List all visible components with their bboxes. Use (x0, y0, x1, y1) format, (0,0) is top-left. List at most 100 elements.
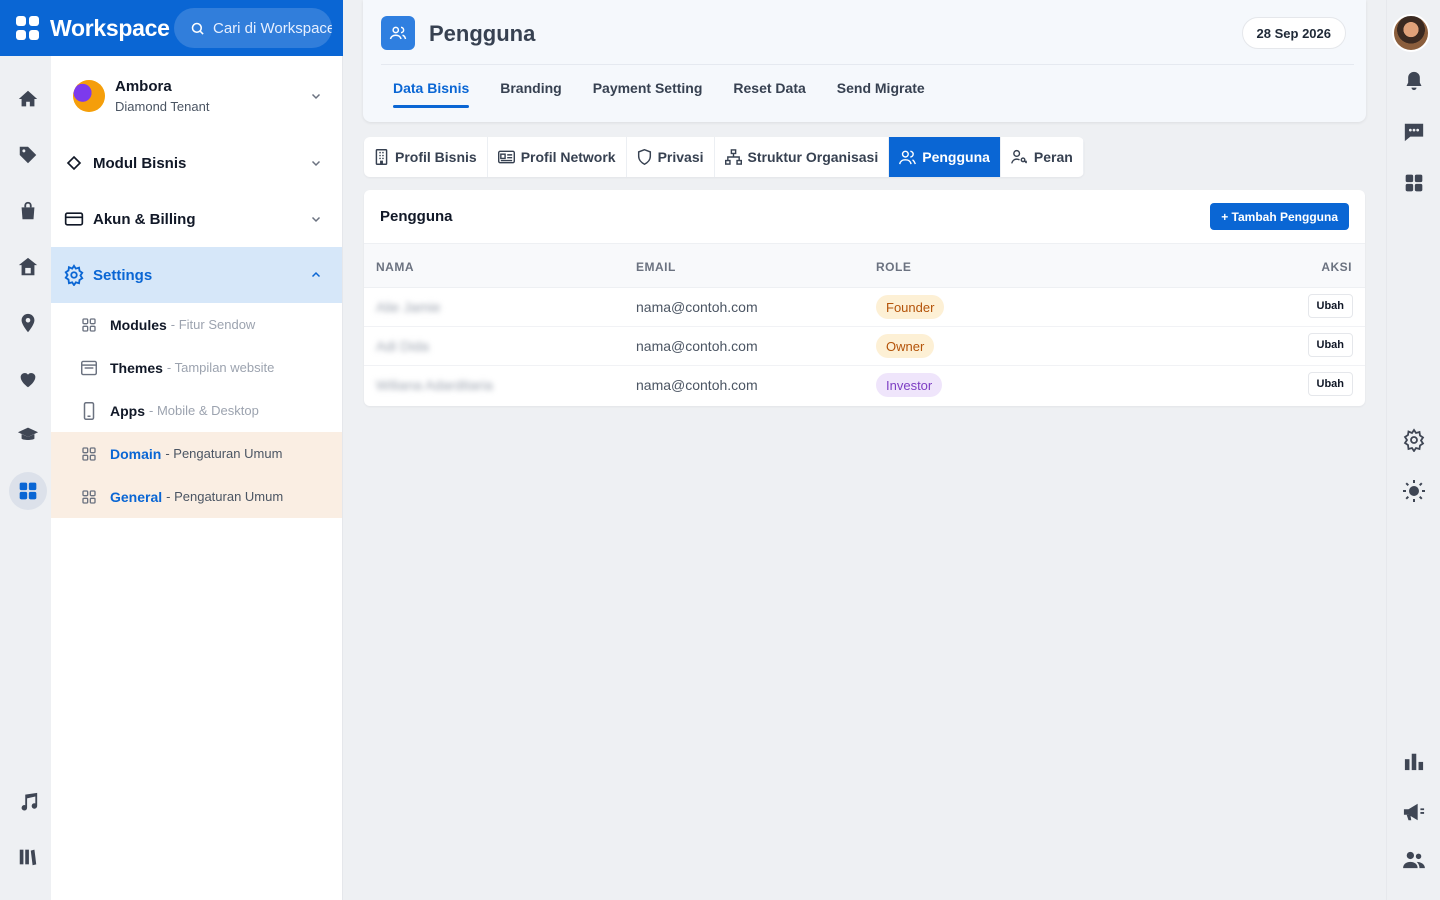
date-badge: 28 Sep 2026 (1241, 17, 1346, 49)
settings-item-desc: - Tampilan website (166, 360, 275, 375)
users-card: Pengguna + Tambah Pengguna NAMA EMAIL RO… (364, 190, 1365, 406)
smartphone-icon (80, 401, 98, 420)
role-badge: Investor (876, 373, 943, 397)
user-key-icon (1010, 149, 1027, 164)
apps-grid-icon[interactable] (9, 472, 47, 510)
section-tabs: Profil Bisnis Profil Network Privasi Str… (364, 137, 1084, 177)
settings-item-label: Domain (110, 445, 162, 462)
tenant-avatar (73, 79, 105, 112)
settings-item-themes[interactable]: Themes - Tampilan website (51, 346, 342, 389)
gear-icon[interactable] (1396, 422, 1432, 458)
app-title: Workspace (50, 14, 170, 41)
menu-modul-bisnis[interactable]: Modul Bisnis (51, 135, 342, 191)
settings-item-label: Apps (110, 402, 145, 419)
graduation-cap-icon[interactable] (9, 416, 47, 454)
header-tabs: Data Bisnis Branding Payment Setting Res… (393, 80, 956, 108)
settings-item-label: Modules (110, 316, 167, 333)
credit-card-icon (63, 208, 85, 230)
page-title: Pengguna (429, 21, 536, 46)
subtab-pengguna[interactable]: Pengguna (889, 137, 1001, 177)
building-icon (375, 149, 388, 165)
table-row: Wiliana Adarditaria nama@contoh.com Inve… (364, 366, 1365, 405)
store-icon[interactable] (9, 248, 47, 286)
subtab-privasi[interactable]: Privasi (627, 137, 715, 177)
org-chart-icon (724, 149, 742, 165)
tag-icon[interactable] (9, 136, 47, 174)
settings-item-modules[interactable]: Modules - Fitur Sendow (51, 303, 342, 346)
tab-send-migrate[interactable]: Send Migrate (837, 80, 925, 108)
card-title: Pengguna (380, 208, 453, 225)
search-input[interactable]: Cari di Workspace (174, 8, 332, 48)
menu-akun-billing[interactable]: Akun & Billing (51, 191, 342, 247)
tab-data-bisnis[interactable]: Data Bisnis (393, 80, 470, 108)
home-icon[interactable] (9, 80, 47, 118)
users-icon (381, 16, 415, 50)
settings-item-label: Themes (110, 359, 163, 376)
edit-button[interactable]: Ubah (1307, 294, 1353, 318)
avatar[interactable] (1392, 14, 1430, 52)
settings-sidebar: Ambora Diamond Tenant Modul Bisnis Akun … (51, 56, 343, 900)
subtab-struktur-organisasi[interactable]: Struktur Organisasi (715, 137, 890, 177)
settings-item-desc: - Pengaturan Umum (166, 489, 284, 504)
grid-outline-icon (80, 316, 98, 334)
music-icon[interactable] (9, 783, 47, 821)
column-header-role[interactable]: ROLE (876, 260, 911, 274)
shopping-bag-icon[interactable] (9, 192, 47, 230)
subtab-label: Privasi (657, 149, 704, 165)
tab-payment-setting[interactable]: Payment Setting (593, 80, 703, 108)
search-placeholder: Cari di Workspace (213, 19, 332, 37)
user-name: Adi Dida (376, 338, 429, 354)
subtab-peran[interactable]: Peran (1001, 137, 1084, 177)
table-header: NAMA EMAIL ROLE AKSI (364, 243, 1365, 288)
column-header-action: AKSI (1321, 260, 1352, 274)
column-header-email[interactable]: EMAIL (636, 260, 676, 274)
bell-icon[interactable] (1396, 63, 1432, 99)
user-email: nama@contoh.com (636, 377, 758, 393)
add-user-button[interactable]: + Tambah Pengguna (1210, 203, 1349, 230)
people-icon[interactable] (1396, 842, 1432, 878)
edit-button[interactable]: Ubah (1307, 372, 1353, 396)
grid-logo-icon[interactable] (16, 16, 40, 40)
settings-item-general[interactable]: General - Pengaturan Umum (51, 475, 342, 518)
subtab-profil-bisnis[interactable]: Profil Bisnis (364, 137, 488, 177)
tab-branding[interactable]: Branding (500, 80, 561, 108)
settings-item-apps[interactable]: Apps - Mobile & Desktop (51, 389, 342, 432)
heart-icon[interactable] (9, 360, 47, 398)
menu-label: Settings (93, 266, 153, 284)
location-pin-icon[interactable] (9, 304, 47, 342)
user-email: nama@contoh.com (636, 338, 758, 354)
settings-item-domain[interactable]: Domain - Pengaturan Umum (51, 432, 342, 475)
settings-item-desc: - Fitur Sendow (170, 317, 256, 332)
divider (381, 64, 1354, 65)
chevron-up-icon (311, 271, 321, 278)
megaphone-icon[interactable] (1396, 794, 1432, 830)
brightness-icon[interactable] (1396, 473, 1432, 509)
grid-outline-icon (80, 488, 98, 506)
user-name: Wiliana Adarditaria (376, 377, 493, 393)
users-icon (899, 150, 917, 165)
subtab-label: Peran (1033, 149, 1073, 165)
role-badge: Owner (876, 334, 935, 358)
subtab-label: Struktur Organisasi (747, 149, 879, 165)
menu-settings[interactable]: Settings (51, 247, 342, 303)
grid-outline-icon (80, 445, 98, 463)
gear-icon (63, 264, 85, 286)
column-header-name[interactable]: NAMA (376, 260, 414, 274)
bar-chart-icon[interactable] (1396, 743, 1432, 779)
apps-grid-icon[interactable] (1396, 165, 1432, 201)
edit-button[interactable]: Ubah (1307, 333, 1353, 357)
diamond-icon (63, 152, 85, 174)
tab-reset-data[interactable]: Reset Data (733, 80, 805, 108)
menu-label: Modul Bisnis (93, 154, 187, 172)
user-email: nama@contoh.com (636, 299, 758, 315)
subtab-label: Profil Network (520, 149, 616, 165)
chevron-down-icon (311, 160, 321, 167)
chat-icon[interactable] (1396, 114, 1432, 150)
brand-bar: Workspace Cari di Workspace (0, 0, 343, 56)
tenant-plan: Diamond Tenant (115, 98, 210, 114)
subtab-label: Pengguna (922, 149, 990, 165)
tenant-switcher[interactable]: Ambora Diamond Tenant (51, 56, 342, 135)
table-row: Adi Dida nama@contoh.com Owner Ubah (364, 327, 1365, 366)
library-icon[interactable] (9, 838, 47, 876)
subtab-profil-network[interactable]: Profil Network (488, 137, 627, 177)
